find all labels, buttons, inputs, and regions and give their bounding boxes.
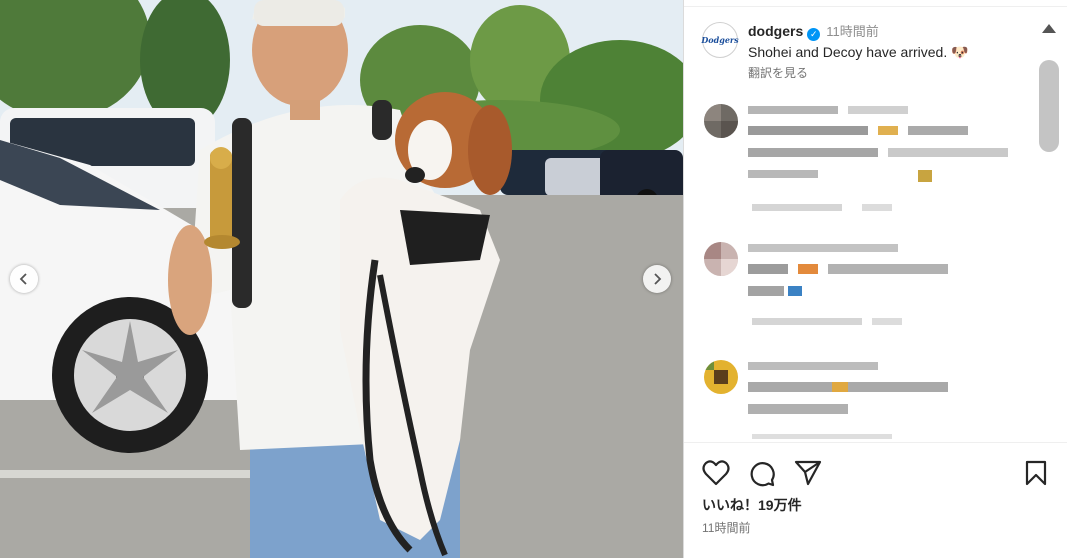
verified-badge-icon: ✓	[807, 28, 821, 41]
censored-comment-text	[748, 244, 1018, 304]
instagram-post-view: Dodgers dodgers ✓ 11時間前 Shohei and Decoy h…	[0, 0, 1067, 558]
post-action-bar	[684, 452, 1067, 492]
bookmark-icon	[1025, 460, 1047, 486]
chevron-left-icon	[19, 273, 27, 285]
comment-avatar[interactable]	[704, 242, 738, 276]
comment-avatar[interactable]	[704, 104, 738, 138]
paper-plane-icon	[794, 460, 822, 486]
post-timestamp[interactable]: 11時間前	[702, 520, 750, 536]
censored-comment-text	[748, 362, 1018, 422]
account-avatar[interactable]: Dodgers	[701, 22, 739, 58]
heart-icon	[702, 460, 730, 486]
comment-button[interactable]	[748, 460, 776, 493]
chevron-right-icon	[654, 273, 662, 285]
like-button[interactable]	[702, 460, 730, 491]
comment-bubble-icon	[750, 462, 775, 487]
post-photo-illustration	[0, 0, 683, 558]
share-button[interactable]	[794, 460, 822, 491]
censored-comment-text	[748, 106, 1018, 186]
caption-text: Shohei and Decoy have arrived.	[748, 44, 948, 60]
likes-count[interactable]: いいね！19万件	[702, 496, 802, 514]
username-link[interactable]: dodgers	[748, 23, 803, 39]
dodgers-logo: Dodgers	[701, 35, 739, 45]
carousel-prev-button[interactable]	[10, 265, 38, 293]
carousel-next-button[interactable]	[643, 265, 671, 293]
censored-comment-meta	[752, 204, 902, 212]
censored-comment-meta	[752, 434, 902, 440]
post-photo	[0, 0, 683, 558]
censored-comment-meta	[752, 318, 902, 326]
caption-body: dodgers ✓ 11時間前 Shohei and Decoy have arri…	[748, 22, 1038, 82]
top-divider	[684, 6, 1067, 7]
comment-avatar[interactable]	[704, 360, 738, 394]
post-side-panel: Dodgers dodgers ✓ 11時間前 Shohei and Decoy h…	[684, 0, 1067, 558]
caption-text-row: Shohei and Decoy have arrived. 🐶	[748, 42, 1038, 62]
dog-emoji: 🐶	[951, 44, 969, 60]
translate-link[interactable]: 翻訳を見る	[748, 64, 1038, 82]
comments-scrollbar[interactable]	[1039, 24, 1059, 294]
caption-time[interactable]: 11時間前	[826, 24, 879, 39]
save-button[interactable]	[1024, 460, 1048, 491]
scroll-up-arrow-icon[interactable]	[1042, 24, 1056, 33]
actions-divider	[684, 442, 1067, 443]
scrollbar-thumb[interactable]	[1039, 60, 1059, 152]
